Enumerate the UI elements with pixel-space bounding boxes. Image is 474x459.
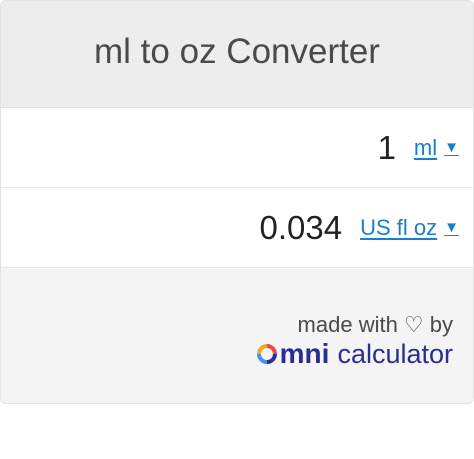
input-row-ml: 1 ml ▼ <box>1 108 473 188</box>
ml-unit-select[interactable]: ml ▼ <box>414 135 459 161</box>
input-row-oz: 0.034 US fl oz ▼ <box>1 188 473 268</box>
widget-header: ml to oz Converter <box>1 1 473 108</box>
made-with-text: made with ♡ by <box>297 312 453 337</box>
oz-unit-label: US fl oz <box>360 214 438 240</box>
widget-footer: made with ♡ by mni calculator <box>1 268 473 402</box>
omni-wordmark: mni <box>256 338 330 369</box>
calculator-text: calculator <box>337 338 453 369</box>
widget-title: ml to oz Converter <box>94 32 380 71</box>
converter-widget: ml to oz Converter 1 ml ▼ 0.034 US fl oz… <box>0 0 474 404</box>
omni-text: mni <box>279 338 330 369</box>
omni-ring-icon <box>256 344 277 364</box>
chevron-down-icon: ▼ <box>444 139 459 156</box>
ml-value-input[interactable]: 1 <box>378 129 396 167</box>
omni-calculator-logo[interactable]: mni calculator <box>256 338 453 369</box>
chevron-down-icon: ▼ <box>444 219 459 236</box>
oz-value-input[interactable]: 0.034 <box>260 209 343 247</box>
ml-unit-label: ml <box>413 134 438 160</box>
oz-unit-select[interactable]: US fl oz ▼ <box>360 215 459 241</box>
